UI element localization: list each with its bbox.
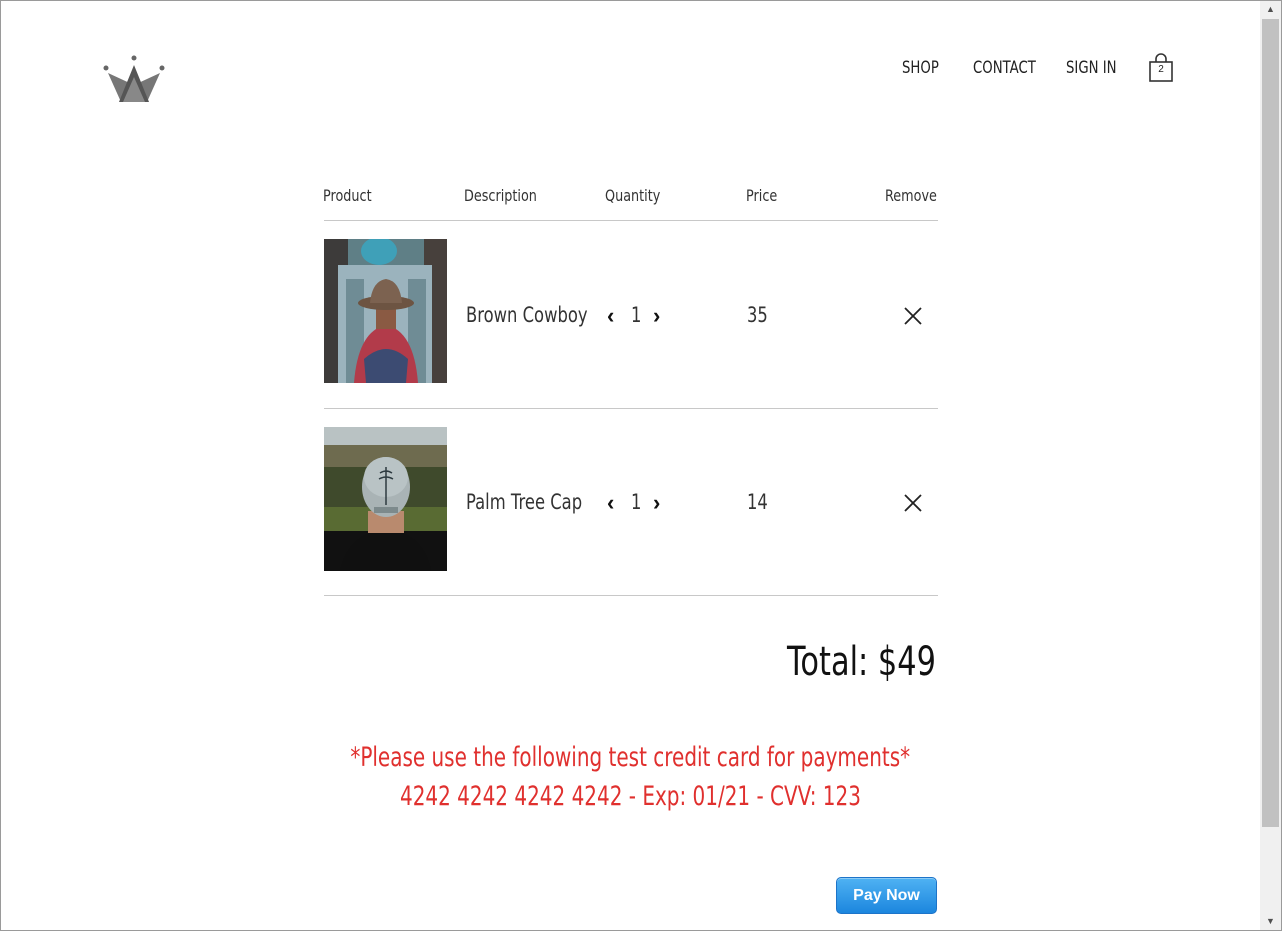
- quantity-increase-button[interactable]: ›: [653, 492, 660, 514]
- product-image-brown-cowboy: [324, 239, 447, 383]
- test-card-notice: *Please use the following test credit ca…: [1, 742, 1260, 773]
- quantity-increase-button[interactable]: ›: [653, 305, 660, 327]
- quantity-value: 1: [631, 490, 642, 514]
- header-description: Description: [464, 186, 537, 205]
- quantity-decrease-button[interactable]: ‹: [607, 305, 614, 327]
- nav-contact[interactable]: CONTACT: [973, 58, 1036, 78]
- nav-sign-in[interactable]: SIGN IN: [1066, 58, 1117, 78]
- divider: [324, 595, 938, 596]
- product-description: Brown Cowboy: [466, 303, 588, 327]
- header-remove: Remove: [885, 186, 937, 205]
- notice-line-2: 4242 4242 4242 4242 - Exp: 01/21 - CVV: …: [400, 781, 861, 812]
- cart-button[interactable]: 2: [1148, 53, 1174, 83]
- scroll-up-arrow-icon[interactable]: ▲: [1260, 1, 1281, 18]
- header-price: Price: [746, 186, 778, 205]
- quantity-value: 1: [631, 303, 642, 327]
- header-product: Product: [323, 186, 372, 205]
- divider: [324, 220, 938, 221]
- product-price: 35: [747, 303, 768, 327]
- nav-shop[interactable]: SHOP: [902, 58, 939, 78]
- remove-icon[interactable]: [902, 492, 924, 514]
- header-quantity: Quantity: [605, 186, 661, 205]
- divider: [324, 408, 938, 409]
- cart-total: Total: $49: [787, 639, 936, 685]
- quantity-decrease-button[interactable]: ‹: [607, 492, 614, 514]
- cart-count: 2: [1158, 64, 1164, 75]
- product-description: Palm Tree Cap: [466, 490, 583, 514]
- remove-icon[interactable]: [902, 305, 924, 327]
- notice-line-1: *Please use the following test credit ca…: [350, 742, 911, 773]
- product-image-palm-tree-cap: [324, 427, 447, 571]
- test-card-details: 4242 4242 4242 4242 - Exp: 01/21 - CVV: …: [1, 781, 1260, 812]
- vertical-scrollbar[interactable]: ▲ ▼: [1260, 1, 1281, 930]
- crown-icon[interactable]: [101, 53, 167, 105]
- page: SHOP CONTACT SIGN IN 2 Product Descripti…: [1, 1, 1260, 930]
- product-price: 14: [747, 490, 768, 514]
- pay-now-button[interactable]: Pay Now: [836, 877, 937, 914]
- scroll-down-arrow-icon[interactable]: ▼: [1260, 913, 1281, 930]
- cart-row: Palm Tree Cap ‹ 1 › 14: [324, 427, 938, 572]
- cart-row: Brown Cowboy ‹ 1 › 35: [324, 239, 938, 384]
- scroll-thumb[interactable]: [1262, 19, 1279, 827]
